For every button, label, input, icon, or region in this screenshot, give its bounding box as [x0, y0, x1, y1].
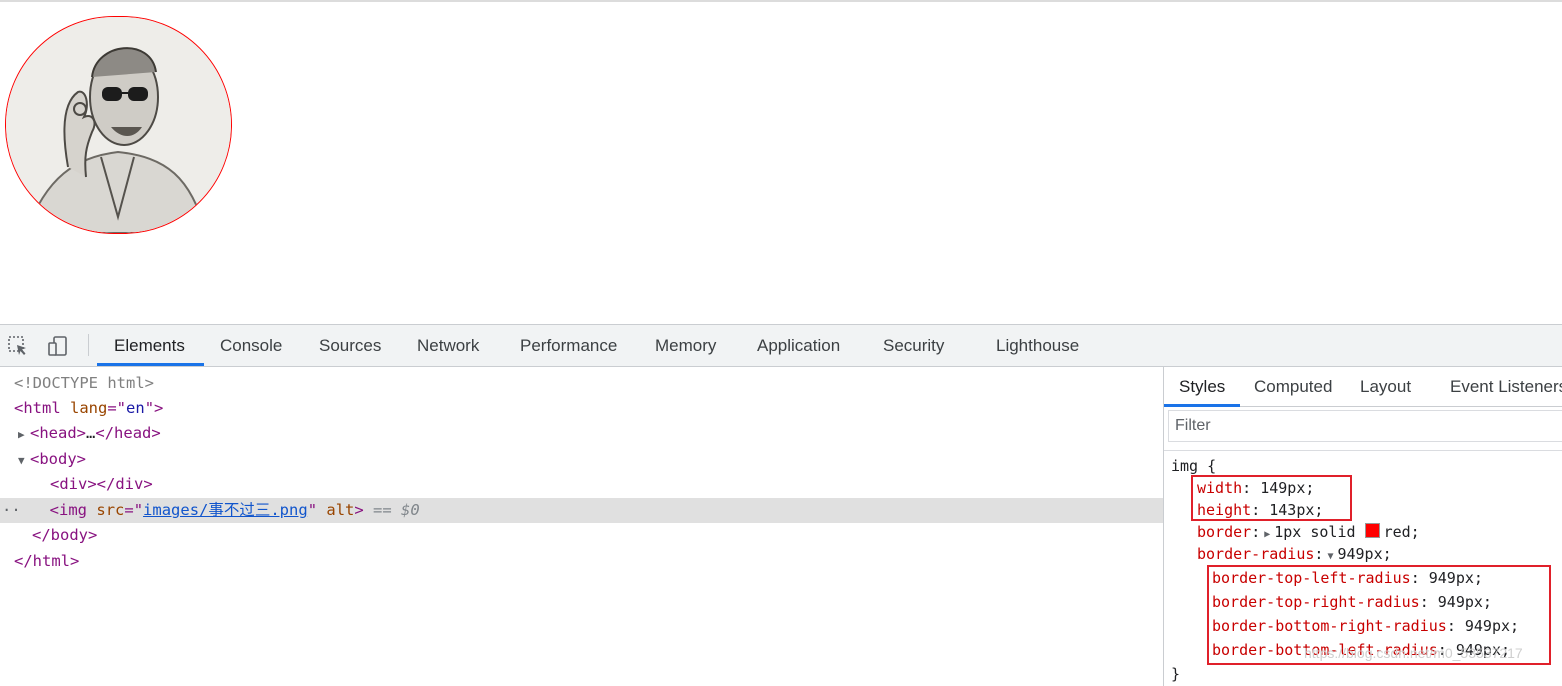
head-ellipsis[interactable]: …	[86, 424, 95, 442]
highlight-box-size	[1191, 475, 1352, 521]
expand-triangle-icon[interactable]: ▶	[18, 422, 30, 447]
filter-placeholder: Filter	[1175, 417, 1211, 434]
head-close-tag: head	[114, 424, 152, 442]
div-close-tag: div	[115, 475, 144, 493]
tab-layout[interactable]: Layout	[1360, 367, 1411, 406]
img-tag: img	[59, 501, 88, 519]
active-styles-tab-indicator	[1164, 404, 1240, 407]
prop-name: border-radius	[1197, 545, 1315, 563]
collapse-triangle-icon[interactable]: ▼	[18, 448, 30, 473]
css-selector[interactable]: img {	[1171, 455, 1216, 477]
tab-performance[interactable]: Performance	[518, 325, 619, 366]
tab-elements[interactable]: Elements	[112, 325, 187, 366]
prop-color-value: red;	[1383, 523, 1420, 541]
img-alt-attr: alt	[326, 501, 355, 519]
html-lang-value: en	[126, 399, 145, 417]
color-swatch-icon[interactable]	[1364, 523, 1380, 538]
tab-event-listeners[interactable]: Event Listeners	[1450, 367, 1562, 406]
tab-sources[interactable]: Sources	[317, 325, 383, 366]
img-src-attr: src	[96, 501, 125, 519]
toolbar-separator	[88, 334, 89, 356]
dom-img-selected[interactable]: ·· <img src="images/事不过三.png" alt> == $0	[0, 498, 1163, 523]
device-toolbar-icon[interactable]	[45, 333, 71, 359]
active-tab-indicator	[97, 363, 204, 366]
css-prop-border[interactable]: border: ▶ 1px solid red;	[1197, 521, 1420, 543]
watermark-text: https://blog.csdn.net/m0_53537217	[1304, 645, 1523, 661]
selected-marker: == $0	[373, 501, 420, 519]
doctype-text: <!DOCTYPE html>	[14, 374, 154, 392]
inspect-element-icon[interactable]	[5, 333, 31, 359]
tab-computed[interactable]: Computed	[1254, 367, 1332, 406]
elements-tree: <!DOCTYPE html> <html lang="en"> ▶ <head>…	[0, 367, 1163, 686]
dom-body-close[interactable]: </body>	[0, 523, 1163, 548]
img-src-link[interactable]: images/事不过三.png	[143, 501, 308, 519]
rendered-page	[0, 2, 1562, 324]
styles-tabbar: Styles Computed Layout Event Listeners	[1164, 367, 1562, 407]
body-tag: body	[39, 450, 77, 468]
tab-lighthouse[interactable]: Lighthouse	[994, 325, 1081, 366]
styles-sidebar: Styles Computed Layout Event Listeners F…	[1164, 367, 1562, 686]
tab-security[interactable]: Security	[881, 325, 946, 366]
gutter-dots: ··	[2, 501, 21, 519]
tab-memory[interactable]: Memory	[653, 325, 718, 366]
tab-application[interactable]: Application	[755, 325, 842, 366]
dom-head[interactable]: ▶ <head>…</head>	[0, 421, 1163, 446]
body-close-tag: body	[50, 526, 88, 544]
css-prop-border-radius[interactable]: border-radius: ▼ 949px;	[1197, 543, 1392, 565]
html-tag: html	[23, 399, 61, 417]
dom-html-close[interactable]: </html>	[0, 549, 1163, 574]
portrait-illustration	[6, 17, 231, 233]
dom-html-open[interactable]: <html lang="en">	[0, 396, 1163, 421]
dom-body-open[interactable]: ▼ <body>	[0, 447, 1163, 472]
html-lang-attr: lang	[70, 399, 108, 417]
div-tag: div	[59, 475, 88, 493]
tab-console[interactable]: Console	[218, 325, 284, 366]
rule-separator	[1164, 450, 1562, 451]
dom-doctype[interactable]: <!DOCTYPE html>	[0, 371, 1163, 396]
devtools-toolbar: Elements Console Sources Network Perform…	[0, 325, 1562, 367]
html-close-tag: html	[32, 552, 70, 570]
expand-triangle-icon[interactable]: ▶	[1264, 529, 1270, 540]
devtools-panel: Elements Console Sources Network Perform…	[0, 324, 1562, 686]
prop-value: 1px solid	[1274, 523, 1356, 541]
dom-div[interactable]: <div></div>	[0, 472, 1163, 497]
tab-network[interactable]: Network	[415, 325, 481, 366]
prop-name: border	[1197, 523, 1252, 541]
tab-styles[interactable]: Styles	[1179, 367, 1225, 406]
head-tag: head	[39, 424, 77, 442]
css-close-brace: }	[1171, 665, 1181, 683]
prop-value: 949px;	[1337, 545, 1392, 563]
avatar-image[interactable]	[5, 16, 232, 234]
collapse-triangle-icon[interactable]: ▼	[1327, 551, 1333, 562]
styles-filter-input[interactable]: Filter	[1168, 410, 1562, 442]
